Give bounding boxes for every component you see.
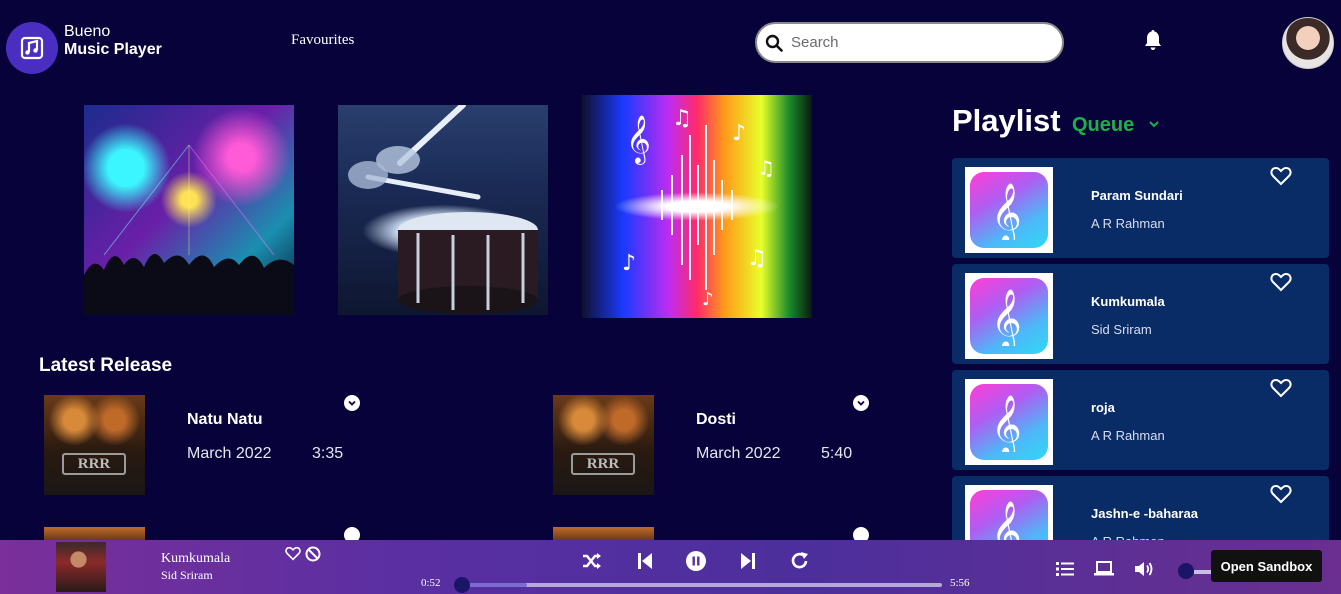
latest-release-heading: Latest Release: [39, 355, 173, 376]
volume-slider-handle[interactable]: [1178, 563, 1194, 579]
release-duration: 5:40: [821, 445, 853, 462]
release-item-partial[interactable]: [44, 527, 374, 540]
svg-text:♫: ♫: [672, 106, 692, 131]
top-header: Bueno Music Player Favourites: [0, 0, 1341, 90]
svg-text:𝄞: 𝄞: [991, 395, 1022, 452]
song-thumbnail: 𝄞: [965, 167, 1053, 253]
release-date: March 2022: [187, 445, 272, 462]
search-bar[interactable]: [755, 22, 1064, 63]
progress-handle[interactable]: [454, 577, 470, 593]
release-item[interactable]: RRR Dosti March 2022 5:40: [553, 395, 883, 505]
drummer-image[interactable]: [338, 105, 548, 315]
svg-text:♪: ♪: [732, 121, 746, 146]
open-sandbox-button[interactable]: Open Sandbox: [1211, 550, 1322, 582]
playlist-item[interactable]: 𝄞 Kumkumala Sid Sriram: [952, 264, 1329, 364]
queue-dropdown-label[interactable]: Queue: [1072, 114, 1134, 137]
release-duration: 3:35: [312, 445, 344, 462]
svg-text:𝄞: 𝄞: [626, 114, 651, 165]
release-options-button[interactable]: [853, 527, 869, 540]
heart-icon[interactable]: [1270, 378, 1292, 398]
song-title: Kumkumala: [1091, 294, 1165, 309]
svg-text:𝄞: 𝄞: [991, 289, 1022, 346]
treble-clef-icon: 𝄞: [991, 289, 1022, 346]
search-input[interactable]: [791, 34, 1041, 51]
cover-logo-text: RRR: [62, 453, 126, 475]
nav-favourites-link[interactable]: Favourites: [291, 32, 354, 49]
brand-name: Bueno: [64, 23, 111, 40]
song-thumbnail: 𝄞: [965, 273, 1053, 359]
svg-text:♪: ♪: [622, 251, 636, 276]
release-title: Dosti: [696, 411, 736, 428]
shuffle-icon[interactable]: [581, 550, 603, 572]
release-options-button[interactable]: [344, 527, 360, 540]
pause-icon[interactable]: [685, 550, 707, 572]
svg-text:𝄞: 𝄞: [991, 183, 1022, 240]
song-artist: Sid Sriram: [1091, 322, 1152, 337]
treble-clef-icon: 𝄞: [991, 395, 1022, 452]
treble-clef-icon: 𝄞: [991, 183, 1022, 240]
release-cover-image: RRR: [553, 395, 654, 495]
chevron-down-icon: [348, 400, 356, 406]
release-cover-image: RRR: [44, 395, 145, 495]
heart-icon[interactable]: [1270, 484, 1292, 504]
music-notes-wave-image[interactable]: 𝄞 ♫ ♪ ♫ ♪ ♫ ♪: [582, 95, 812, 318]
release-item-partial[interactable]: [553, 527, 883, 540]
release-cover-image: [44, 527, 145, 540]
now-playing-bar: Kumkumala Sid Sriram 0:52 5:56 Open Sand…: [0, 540, 1341, 594]
svg-text:♫: ♫: [757, 156, 775, 180]
playlist-item[interactable]: 𝄞 roja A R Rahman: [952, 370, 1329, 470]
repeat-icon[interactable]: [789, 550, 811, 572]
now-playing-title: Kumkumala: [161, 551, 231, 566]
now-playing-cover: [56, 542, 106, 592]
heart-icon[interactable]: [285, 546, 301, 561]
brand-subtitle: Music Player: [64, 41, 162, 58]
playlist-heading: Playlist: [952, 103, 1061, 138]
user-avatar[interactable]: [1282, 17, 1334, 69]
block-icon[interactable]: [305, 546, 321, 562]
volume-icon[interactable]: [1134, 560, 1154, 578]
release-options-button[interactable]: [344, 395, 360, 411]
total-time: 5:56: [950, 577, 970, 589]
sound-wave-illustration: 𝄞 ♫ ♪ ♫ ♪ ♫ ♪: [622, 106, 775, 310]
svg-text:♪: ♪: [702, 289, 714, 310]
release-options-button[interactable]: [853, 395, 869, 411]
app-logo[interactable]: [6, 22, 58, 74]
release-title: Natu Natu: [187, 411, 263, 428]
current-time: 0:52: [421, 577, 441, 589]
song-artist: A R Rahman: [1091, 428, 1165, 443]
device-icon[interactable]: [1094, 560, 1114, 578]
song-title: Param Sundari: [1091, 188, 1183, 203]
music-note-icon: [20, 36, 44, 60]
concert-crowd-image[interactable]: [84, 105, 294, 315]
queue-list-icon[interactable]: [1055, 560, 1075, 578]
search-icon: [765, 34, 783, 52]
song-title: Jashn-e -baharaa: [1091, 506, 1198, 521]
chevron-down-icon[interactable]: [1147, 117, 1161, 131]
progress-slider[interactable]: [454, 577, 942, 593]
bell-icon[interactable]: [1141, 28, 1165, 52]
next-icon[interactable]: [737, 550, 759, 572]
song-thumbnail: 𝄞: [965, 379, 1053, 465]
song-artist: A R Rahman: [1091, 216, 1165, 231]
heart-icon[interactable]: [1270, 166, 1292, 186]
heart-icon[interactable]: [1270, 272, 1292, 292]
drum-illustration: [348, 105, 538, 314]
release-cover-image: [553, 527, 654, 540]
cover-logo-text: RRR: [571, 453, 635, 475]
svg-text:♫: ♫: [747, 246, 767, 271]
playlist-item[interactable]: 𝄞 Param Sundari A R Rahman: [952, 158, 1329, 258]
now-playing-artist: Sid Sriram: [161, 568, 213, 582]
previous-icon[interactable]: [634, 550, 656, 572]
song-title: roja: [1091, 400, 1115, 415]
release-date: March 2022: [696, 445, 781, 462]
release-item[interactable]: RRR Natu Natu March 2022 3:35: [44, 395, 374, 505]
crowd-silhouette: [84, 144, 294, 315]
chevron-down-icon: [857, 400, 865, 406]
